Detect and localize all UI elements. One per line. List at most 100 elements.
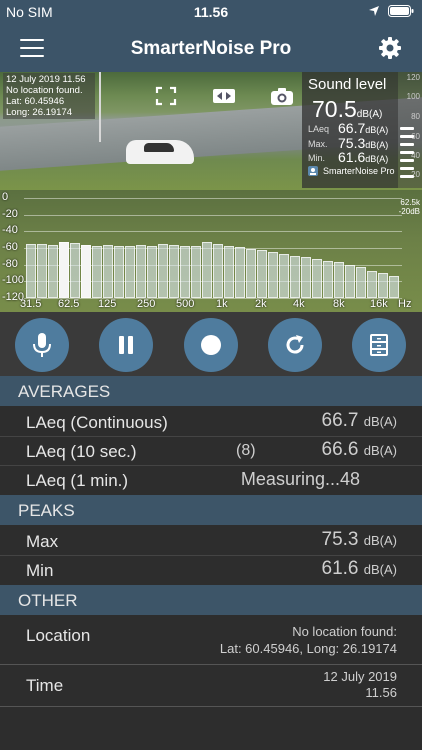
y-tick-label: -20 [2, 207, 18, 220]
clock: 11.56 [193, 4, 229, 20]
record-icon [201, 335, 221, 355]
level-tick [400, 127, 414, 130]
y-tick-label: 0 [2, 191, 9, 203]
peaks-title: PEAKS [18, 501, 75, 520]
overlay-long: Long: 26.19174 [6, 107, 73, 118]
microphone-icon [33, 333, 51, 357]
y-tick-label: -60 [2, 241, 18, 253]
history-button[interactable] [352, 318, 406, 372]
spectrum-bar [246, 248, 256, 298]
flip-camera-icon[interactable] [210, 85, 238, 107]
spectrum-bar [312, 258, 322, 298]
max-peak-unit: dB(A) [363, 533, 397, 548]
spectrum-bar [59, 242, 69, 298]
microphone-button[interactable] [15, 318, 69, 372]
spectrum-bar [224, 246, 234, 298]
sound-level-number: 70.5 [312, 96, 357, 122]
laeq-continuous-unit: dB(A) [363, 414, 397, 429]
spectrum-bar [37, 243, 47, 298]
spectrum-bar [279, 253, 289, 298]
spectrum-bar [323, 260, 333, 298]
laeq-1min-value: Measuring...48 [240, 469, 360, 489]
spectrum-bar [378, 273, 388, 298]
spectrum-top-right: 62.5k -20dB [399, 198, 420, 216]
frequency-spectrum: 0 -20 -40 -60 -80 -100 -120 31.5 62.5 125 250 500 1… [0, 190, 422, 312]
spectrum-bar [235, 247, 245, 298]
app-title: SmarterNoise Pro [130, 38, 292, 59]
spectrum-bar [158, 243, 168, 298]
max-label: Max. [308, 139, 328, 149]
car-image [126, 140, 194, 164]
min-unit: dB(A) [365, 154, 389, 164]
spectrum-bar [180, 245, 190, 298]
overlay-location: No location found. [6, 85, 83, 96]
spectrum-bar [136, 244, 146, 298]
overlay-date: 12 July 2019 11.56 [6, 74, 86, 85]
spectrum-top-right-1: 62.5k [400, 198, 420, 207]
status-bar: No SIM 11.56 [0, 0, 422, 24]
laeq-10sec-label: LAeq (10 sec.) [26, 442, 137, 461]
laeq-continuous-label: LAeq (Continuous) [26, 413, 168, 432]
overlay-lat: Lat: 60.45946 [6, 96, 65, 107]
grid-line [24, 198, 402, 199]
y-tick-label: -80 [2, 257, 18, 270]
max-row: Max. 75.3dB(A) [308, 135, 388, 151]
min-label: Min. [308, 153, 326, 163]
laeq-continuous-row: LAeq (Continuous) 66.7 dB(A) [0, 407, 422, 437]
spectrum-bar [92, 245, 102, 298]
min-value: 61.6 [338, 149, 366, 165]
file-cabinet-icon [370, 334, 388, 356]
camera-info-overlay: 12 July 2019 11.56 No location found. La… [3, 73, 95, 119]
x-tick-label: 1k [216, 298, 228, 310]
fullscreen-icon[interactable] [152, 85, 180, 107]
location-row: Location No location found: Lat: 60.4594… [0, 616, 422, 665]
laeq-10sec-row: LAeq (10 sec.) (8) 66.6 dB(A) [0, 436, 422, 466]
app-logo-icon [308, 166, 318, 176]
gear-icon[interactable] [378, 36, 402, 60]
x-tick-label: 31.5 [20, 298, 42, 310]
spectrum-bar [290, 255, 300, 298]
spectrum-bar [202, 242, 212, 298]
spectrum-bar [147, 245, 157, 298]
spectrum-bar [169, 244, 179, 298]
sound-level-title: Sound level [308, 76, 387, 93]
spectrum-bar [191, 245, 201, 298]
laeq-10sec-value: 66.6 dB(A) [322, 439, 398, 461]
grid-line [24, 231, 402, 233]
scale-label: 100 [406, 92, 420, 101]
other-title: OTHER [18, 591, 78, 610]
y-tick-label: -100 [2, 274, 25, 287]
laeq-label: LAeq [308, 124, 330, 134]
spectrum-bar [26, 243, 36, 298]
laeq-unit: dB(A) [365, 125, 389, 135]
x-tick-label: 500 [176, 298, 195, 310]
camera-icon[interactable] [268, 85, 296, 107]
reset-button[interactable] [268, 318, 322, 372]
location-label: Location [26, 626, 91, 645]
x-tick-label: 62.5 [58, 298, 80, 310]
x-tick-label: 8k [333, 298, 345, 310]
time-row: Time 12 July 2019 11.56 [0, 665, 422, 707]
spectrum-bar [81, 244, 91, 298]
spectrum-bar [114, 245, 124, 298]
x-tick-label: 4k [293, 298, 305, 310]
spectrum-bar [301, 257, 311, 298]
min-peak-unit: dB(A) [363, 562, 397, 577]
min-row: Min. 61.6dB(A) [308, 149, 388, 165]
spectrum-bar [334, 262, 344, 298]
record-button[interactable] [184, 318, 238, 372]
spectrum-bar [367, 270, 377, 298]
averages-title: AVERAGES [18, 382, 111, 401]
laeq-continuous-number: 66.7 [321, 410, 359, 431]
level-tick [400, 151, 414, 154]
max-peak-number: 75.3 [321, 529, 359, 550]
nav-bar: SmarterNoise Pro [0, 24, 422, 72]
sound-level-panel: Sound level 70.5dB(A) LAeq 66.7dB(A) Max.… [302, 72, 398, 188]
sound-level-value: 70.5dB(A) [312, 96, 382, 123]
pause-button[interactable] [99, 318, 153, 372]
spectrum-bar [48, 244, 58, 298]
spectrum-bar [103, 244, 113, 298]
laeq-10sec-unit: dB(A) [363, 443, 397, 458]
max-peak-value: 75.3 dB(A) [322, 529, 398, 551]
spectrum-top-right-2: -20dB [398, 207, 420, 216]
